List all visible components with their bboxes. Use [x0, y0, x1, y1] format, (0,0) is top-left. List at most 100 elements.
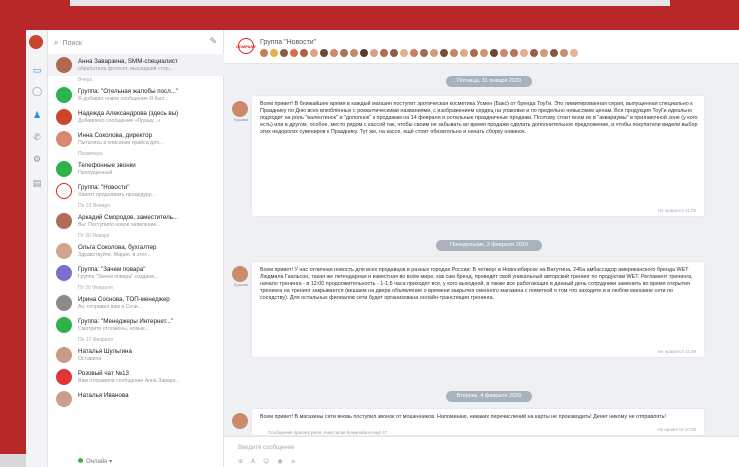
chat-list-item[interactable]: Розовый чат №13 Вам отправили сообщение А…	[48, 366, 224, 388]
message-meta[interactable]: Не нравится 11:09	[658, 349, 696, 354]
day-label: Вчера	[78, 77, 93, 83]
chat-preview: Пропущенный	[78, 170, 113, 176]
avatar	[56, 183, 72, 199]
chats-icon[interactable]: ▭	[31, 65, 43, 77]
day-label: Позавчера	[78, 151, 103, 157]
member-avatar[interactable]	[390, 49, 398, 57]
chat-list-item[interactable]: Группа: "Менеджеры Интернет..." Смотрите …	[48, 314, 224, 336]
avatar	[232, 413, 248, 429]
settings-icon[interactable]: ⚙	[31, 154, 43, 166]
member-avatar[interactable]	[260, 49, 268, 57]
messenger-window: ▭ ◯ ♟ ✆ ⚙ ▤ ⌕ Поиск ✎ Анна Заварзина, SM…	[26, 30, 739, 467]
chat-list-item[interactable]: Группа: "Зачем повара" Группа "Зачем пова…	[48, 262, 224, 284]
compose-icon[interactable]: ✎	[209, 37, 217, 47]
chat-name: Инна Соколова, директор	[78, 132, 153, 139]
chat-list-item[interactable]: Ольга Соколова, бухгалтер Здравствуйте, М…	[48, 240, 224, 262]
chat-name: Розовый чат №13	[78, 370, 129, 377]
chat-preview: Ах, отправил вам в Сочи...	[78, 304, 143, 310]
member-avatar[interactable]	[400, 49, 408, 57]
avatar	[56, 295, 72, 311]
message-author: Ершова	[234, 283, 248, 287]
member-avatar[interactable]	[450, 49, 458, 57]
chat-name: Наталья Иванова	[78, 392, 129, 399]
member-avatar[interactable]	[380, 49, 388, 57]
chat-list-item[interactable]: Телефонные звонки Пропущенный	[48, 158, 224, 180]
bottom-left-gray	[0, 454, 26, 467]
member-avatar[interactable]	[540, 49, 548, 57]
chat-list-item[interactable]: Инна Соколова, директор Пытались в описан…	[48, 128, 224, 150]
group-avatar[interactable]: COMPANY	[236, 38, 256, 54]
member-avatar[interactable]	[510, 49, 518, 57]
chat-name: Ольга Соколова, бухгалтер	[78, 244, 157, 251]
message-bubble: Всем привет! В ближайшее время в каждый …	[252, 96, 704, 216]
avatar	[56, 213, 72, 229]
message-meta[interactable]: Не нравится 11:09	[658, 208, 696, 213]
member-avatar[interactable]	[360, 49, 368, 57]
chat-list-item[interactable]: Ирина Соснова, ТОП-менеджер Ах, отправил …	[48, 292, 224, 314]
member-avatar[interactable]	[350, 49, 358, 57]
member-avatar[interactable]	[470, 49, 478, 57]
member-avatar[interactable]	[320, 49, 328, 57]
member-avatar[interactable]	[520, 49, 528, 57]
member-avatar[interactable]	[560, 49, 568, 57]
message-input[interactable]: Введите сообщение	[238, 445, 294, 451]
chat-name: Группа: "Зачем повара"	[78, 266, 146, 273]
message-author: Ершова	[234, 118, 248, 122]
text-format-icon[interactable]: A	[251, 458, 255, 465]
search-input[interactable]: Поиск	[62, 40, 81, 47]
channels-icon[interactable]: ◯	[31, 86, 43, 98]
seen-indicator[interactable]: Сообщение просмотрели: Анастасия Кожанов…	[268, 430, 387, 435]
chat-list: Анна Заварзина, SMM-специалист обработала…	[48, 54, 224, 410]
status-selector[interactable]: Онлайн ▾	[48, 457, 224, 467]
avatar	[56, 87, 72, 103]
chat-list-item[interactable]: Группа: "Новости" Хватит продолжать проце…	[48, 180, 224, 202]
member-avatars	[260, 49, 578, 57]
member-avatar[interactable]	[440, 49, 448, 57]
member-avatar[interactable]	[480, 49, 488, 57]
attach-icon[interactable]: ⊕	[238, 458, 243, 465]
chat-preview: Я добавил новое сообщение Я был...	[78, 96, 169, 102]
member-avatar[interactable]	[290, 49, 298, 57]
camera-icon[interactable]: ◉	[277, 458, 282, 465]
member-avatar[interactable]	[530, 49, 538, 57]
chat-list-item[interactable]: Группа: "Отельная жалобы посл..." Я добав…	[48, 84, 224, 106]
chat-preview: Вам отправили сообщение Анна Заварз...	[78, 378, 180, 384]
chat-list-item[interactable]: Наталья Иванова	[48, 388, 224, 410]
date-separator: Вторник, 4 февраля 2020	[446, 391, 532, 402]
member-avatar[interactable]	[420, 49, 428, 57]
member-avatar[interactable]	[280, 49, 288, 57]
chat-list-item[interactable]: Надежда Александрова (здесь вы) Добавлено…	[48, 106, 224, 128]
chat-list-item[interactable]: Аркадий Смородов, заместитель... Вы: Пост…	[48, 210, 224, 232]
chat-list-item[interactable]: Анна Заварзина, SMM-специалист обработала…	[48, 54, 224, 76]
contacts-icon[interactable]: ♟	[31, 110, 43, 122]
message-meta[interactable]: Не нравится 10:08	[657, 427, 696, 432]
member-avatar[interactable]	[270, 49, 278, 57]
calls-icon[interactable]: ✆	[31, 132, 43, 144]
chat-preview: Группа "Зачем повара" создана...	[78, 274, 159, 280]
member-avatar[interactable]	[300, 49, 308, 57]
chat-preview: Хватит продолжать процедуру...	[78, 192, 156, 198]
search-box[interactable]: ⌕ Поиск	[54, 36, 204, 50]
emoji-icon[interactable]: ☺	[263, 458, 269, 465]
chat-name: Телефонные звонки	[78, 162, 136, 169]
member-avatar[interactable]	[410, 49, 418, 57]
more-icon[interactable]: ≡	[291, 458, 296, 465]
notes-icon[interactable]: ▤	[31, 178, 43, 190]
member-avatar[interactable]	[340, 49, 348, 57]
member-avatar[interactable]	[490, 49, 498, 57]
member-avatar[interactable]	[430, 49, 438, 57]
chat-name: Аркадий Смородов, заместитель...	[78, 214, 179, 221]
message-composer[interactable]: Введите сообщение ⊕ A ☺ ◉ ≡	[224, 436, 739, 467]
chat-pane: COMPANY Группа "Новости" Пятница, 31 янв…	[224, 30, 739, 467]
top-gray-strip	[70, 0, 670, 6]
member-avatar[interactable]	[310, 49, 318, 57]
member-avatar[interactable]	[460, 49, 468, 57]
member-avatar[interactable]	[500, 49, 508, 57]
member-avatar[interactable]	[370, 49, 378, 57]
user-avatar[interactable]	[29, 35, 43, 49]
member-avatar[interactable]	[550, 49, 558, 57]
chat-list-item[interactable]: Наталья Шульгина Оставила	[48, 344, 224, 366]
member-avatar[interactable]	[330, 49, 338, 57]
member-avatar[interactable]	[570, 49, 578, 57]
group-title[interactable]: Группа "Новости"	[260, 39, 316, 46]
